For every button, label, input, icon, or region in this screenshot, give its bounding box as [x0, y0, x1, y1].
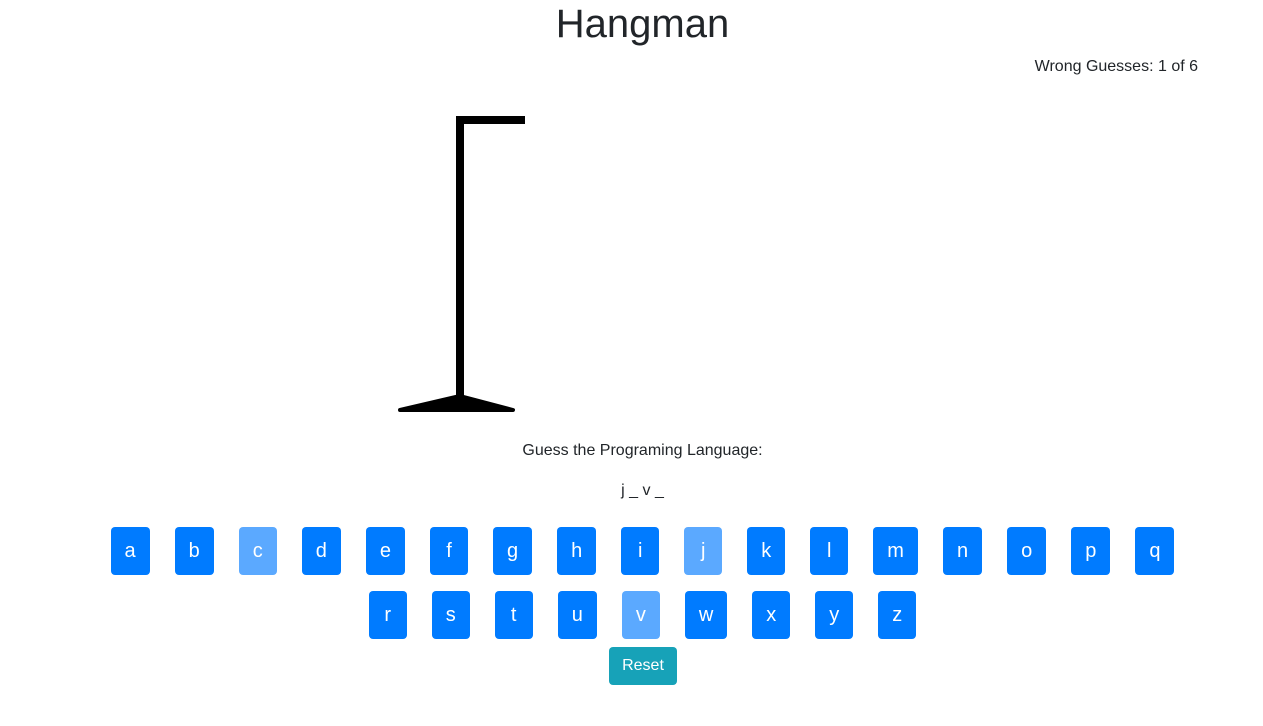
letter-key-y[interactable]: y [815, 591, 854, 639]
hangman-drawing [398, 116, 525, 412]
reset-button[interactable]: Reset [609, 647, 677, 685]
letter-key-c[interactable]: c [238, 527, 277, 575]
letter-key-l[interactable]: l [810, 527, 849, 575]
letter-key-v[interactable]: v [621, 591, 660, 639]
letter-key-d[interactable]: d [301, 527, 341, 575]
letter-key-r[interactable]: r [368, 591, 407, 639]
letter-key-n[interactable]: n [942, 527, 983, 575]
letter-key-x[interactable]: x [752, 591, 791, 639]
letter-key-q[interactable]: q [1135, 527, 1175, 575]
hangman-page: Hangman Wrong Guesses: 1 of 6 Guess the … [0, 0, 1263, 726]
letter-key-b[interactable]: b [174, 527, 214, 575]
letter-key-f[interactable]: f [430, 527, 469, 575]
letter-key-h[interactable]: h [557, 527, 597, 575]
letter-key-u[interactable]: u [557, 591, 597, 639]
wrong-guesses-counter: Wrong Guesses: 1 of 6 [1034, 58, 1198, 75]
letter-key-e[interactable]: e [365, 527, 406, 575]
word-display: j _ v _ [621, 482, 664, 499]
letter-key-o[interactable]: o [1007, 527, 1047, 575]
page-title: Hangman [555, 2, 730, 46]
letter-key-w[interactable]: w [684, 591, 728, 639]
letter-key-k[interactable]: k [747, 527, 786, 575]
letter-key-z[interactable]: z [878, 591, 917, 639]
letter-key-a[interactable]: a [110, 527, 150, 575]
keyboard-row-1: abcdefghijklmnopq [0, 527, 1263, 575]
letter-key-p[interactable]: p [1071, 527, 1111, 575]
letter-key-g[interactable]: g [493, 527, 533, 575]
letter-key-s[interactable]: s [431, 591, 470, 639]
game-prompt: Guess the Programing Language: [522, 442, 763, 459]
letter-key-j[interactable]: j [684, 527, 723, 575]
letter-key-t[interactable]: t [494, 591, 533, 639]
keyboard-row-2: rstuvwxyz [0, 591, 1263, 639]
letter-key-m[interactable]: m [873, 527, 918, 575]
letter-key-i[interactable]: i [621, 527, 660, 575]
